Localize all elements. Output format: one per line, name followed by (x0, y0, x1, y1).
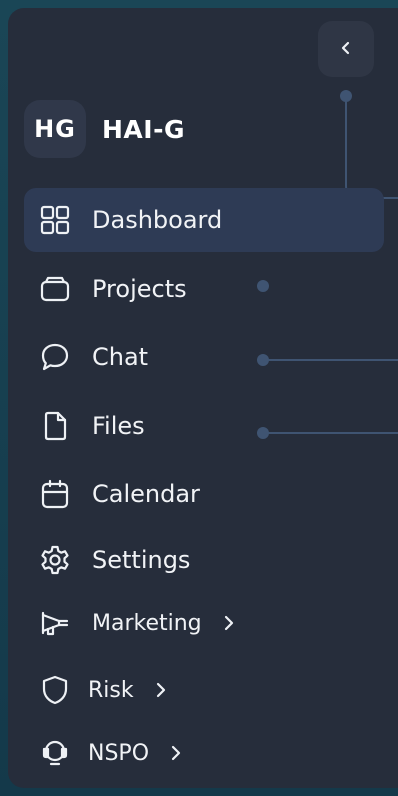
sidebar-item-label: NSPO (88, 740, 150, 766)
sidebar-item-calendar[interactable]: Calendar (24, 462, 384, 526)
chevron-right-icon (169, 744, 183, 762)
sidebar-item-label: Dashboard (92, 206, 223, 234)
sidebar-item-nspo[interactable]: NSPO (24, 721, 384, 785)
chevron-left-icon (339, 40, 353, 59)
dashboard-icon (38, 203, 72, 237)
chevron-right-icon (154, 681, 168, 699)
headset-icon (38, 736, 72, 770)
sidebar-item-label: Marketing (92, 610, 202, 636)
collapse-sidebar-button[interactable] (318, 21, 374, 77)
sidebar-item-marketing[interactable]: Marketing (24, 591, 384, 655)
sidebar-item-files[interactable]: Files (24, 394, 384, 458)
sidebar-item-label: Settings (92, 546, 191, 574)
shield-icon (38, 673, 72, 707)
sidebar-item-dashboard[interactable]: Dashboard (24, 188, 384, 252)
brand-avatar: HG (24, 100, 86, 158)
calendar-icon (38, 477, 72, 511)
megaphone-icon (38, 606, 72, 640)
sidebar-item-projects[interactable]: Projects (24, 257, 384, 321)
brand-name: HAI-G (102, 114, 185, 144)
sidebar-item-label: Chat (92, 343, 149, 371)
folder-icon (38, 272, 72, 306)
sidebar-item-chat[interactable]: Chat (24, 325, 384, 389)
sidebar-item-label: Calendar (92, 480, 200, 508)
gear-icon (38, 543, 72, 577)
sidebar-item-label: Risk (88, 677, 134, 703)
sidebar-item-risk[interactable]: Risk (24, 658, 384, 722)
sidebar-item-label: Projects (92, 275, 187, 303)
app-background: HG HAI-G Dashboard Projects Chat Files C… (0, 0, 398, 796)
brand: HG HAI-G (24, 100, 185, 158)
sidebar-item-label: Files (92, 412, 145, 440)
chevron-right-icon (222, 614, 236, 632)
sidebar: HG HAI-G Dashboard Projects Chat Files C… (8, 8, 398, 788)
chat-bubble-icon (38, 340, 72, 374)
file-icon (38, 409, 72, 443)
sidebar-item-settings[interactable]: Settings (24, 528, 384, 592)
